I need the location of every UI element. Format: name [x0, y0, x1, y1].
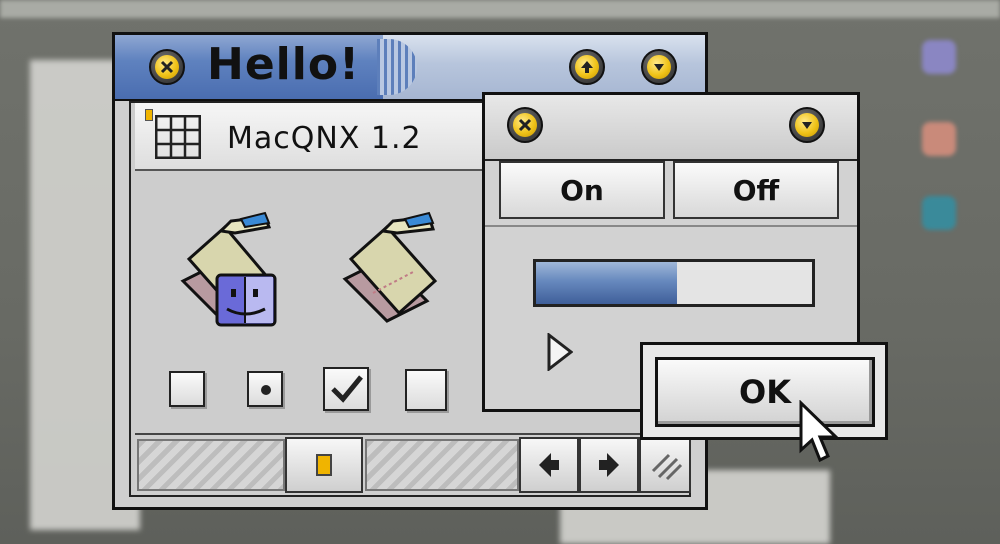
grid-icon[interactable] [155, 115, 201, 159]
checkbox-1[interactable] [169, 371, 205, 407]
stop-icon [316, 454, 332, 476]
folder-icon[interactable] [327, 209, 453, 329]
divider [485, 225, 857, 227]
switch-titlebar[interactable] [485, 95, 857, 161]
arrow-up-icon [575, 55, 599, 79]
close-icon [513, 113, 537, 137]
prev-button[interactable] [519, 437, 579, 493]
progress-fill [536, 262, 677, 304]
close-icon [155, 55, 179, 79]
resize-grip[interactable] [639, 437, 691, 493]
window-title: Hello! [207, 39, 361, 90]
checkbox-4[interactable] [405, 369, 447, 411]
on-button[interactable]: On [499, 161, 665, 219]
desktop-icon-3[interactable] [922, 196, 956, 230]
checkbox-checked[interactable] [323, 367, 369, 411]
switch-expand-button[interactable] [789, 107, 825, 143]
header-marker [145, 109, 153, 121]
ok-button[interactable]: OK [655, 357, 875, 427]
arrow-down-icon [647, 55, 671, 79]
switch-close-button[interactable] [507, 107, 543, 143]
arrow-right-icon [599, 453, 619, 477]
close-button[interactable] [149, 49, 185, 85]
checkmark-icon [331, 375, 363, 403]
mouse-pointer-icon [799, 400, 840, 463]
bottom-toolbar [135, 433, 691, 495]
next-button[interactable] [579, 437, 639, 493]
resize-grip-icon [651, 453, 683, 481]
radio-button[interactable] [247, 371, 283, 407]
arrow-left-icon [539, 453, 559, 477]
off-button[interactable]: Off [673, 161, 839, 219]
title-stripes [377, 39, 417, 95]
stop-button[interactable] [285, 437, 363, 493]
finder-folder-icon[interactable] [165, 207, 291, 331]
hatch-area-middle [365, 439, 519, 491]
ok-dialog: OK [640, 342, 888, 440]
collapse-button[interactable] [569, 49, 605, 85]
desktop-icon-1[interactable] [922, 40, 956, 74]
expand-button[interactable] [641, 49, 677, 85]
arrow-down-icon [795, 113, 819, 137]
macqnx-title: MacQNX 1.2 [227, 121, 422, 156]
menu-bar [0, 0, 1000, 18]
progress-bar [533, 259, 815, 307]
hatch-area-left [137, 439, 285, 491]
desktop-icon-2[interactable] [922, 122, 956, 156]
disclosure-triangle-icon[interactable] [547, 333, 573, 371]
macqnx-header: MacQNX 1.2 [135, 103, 495, 171]
